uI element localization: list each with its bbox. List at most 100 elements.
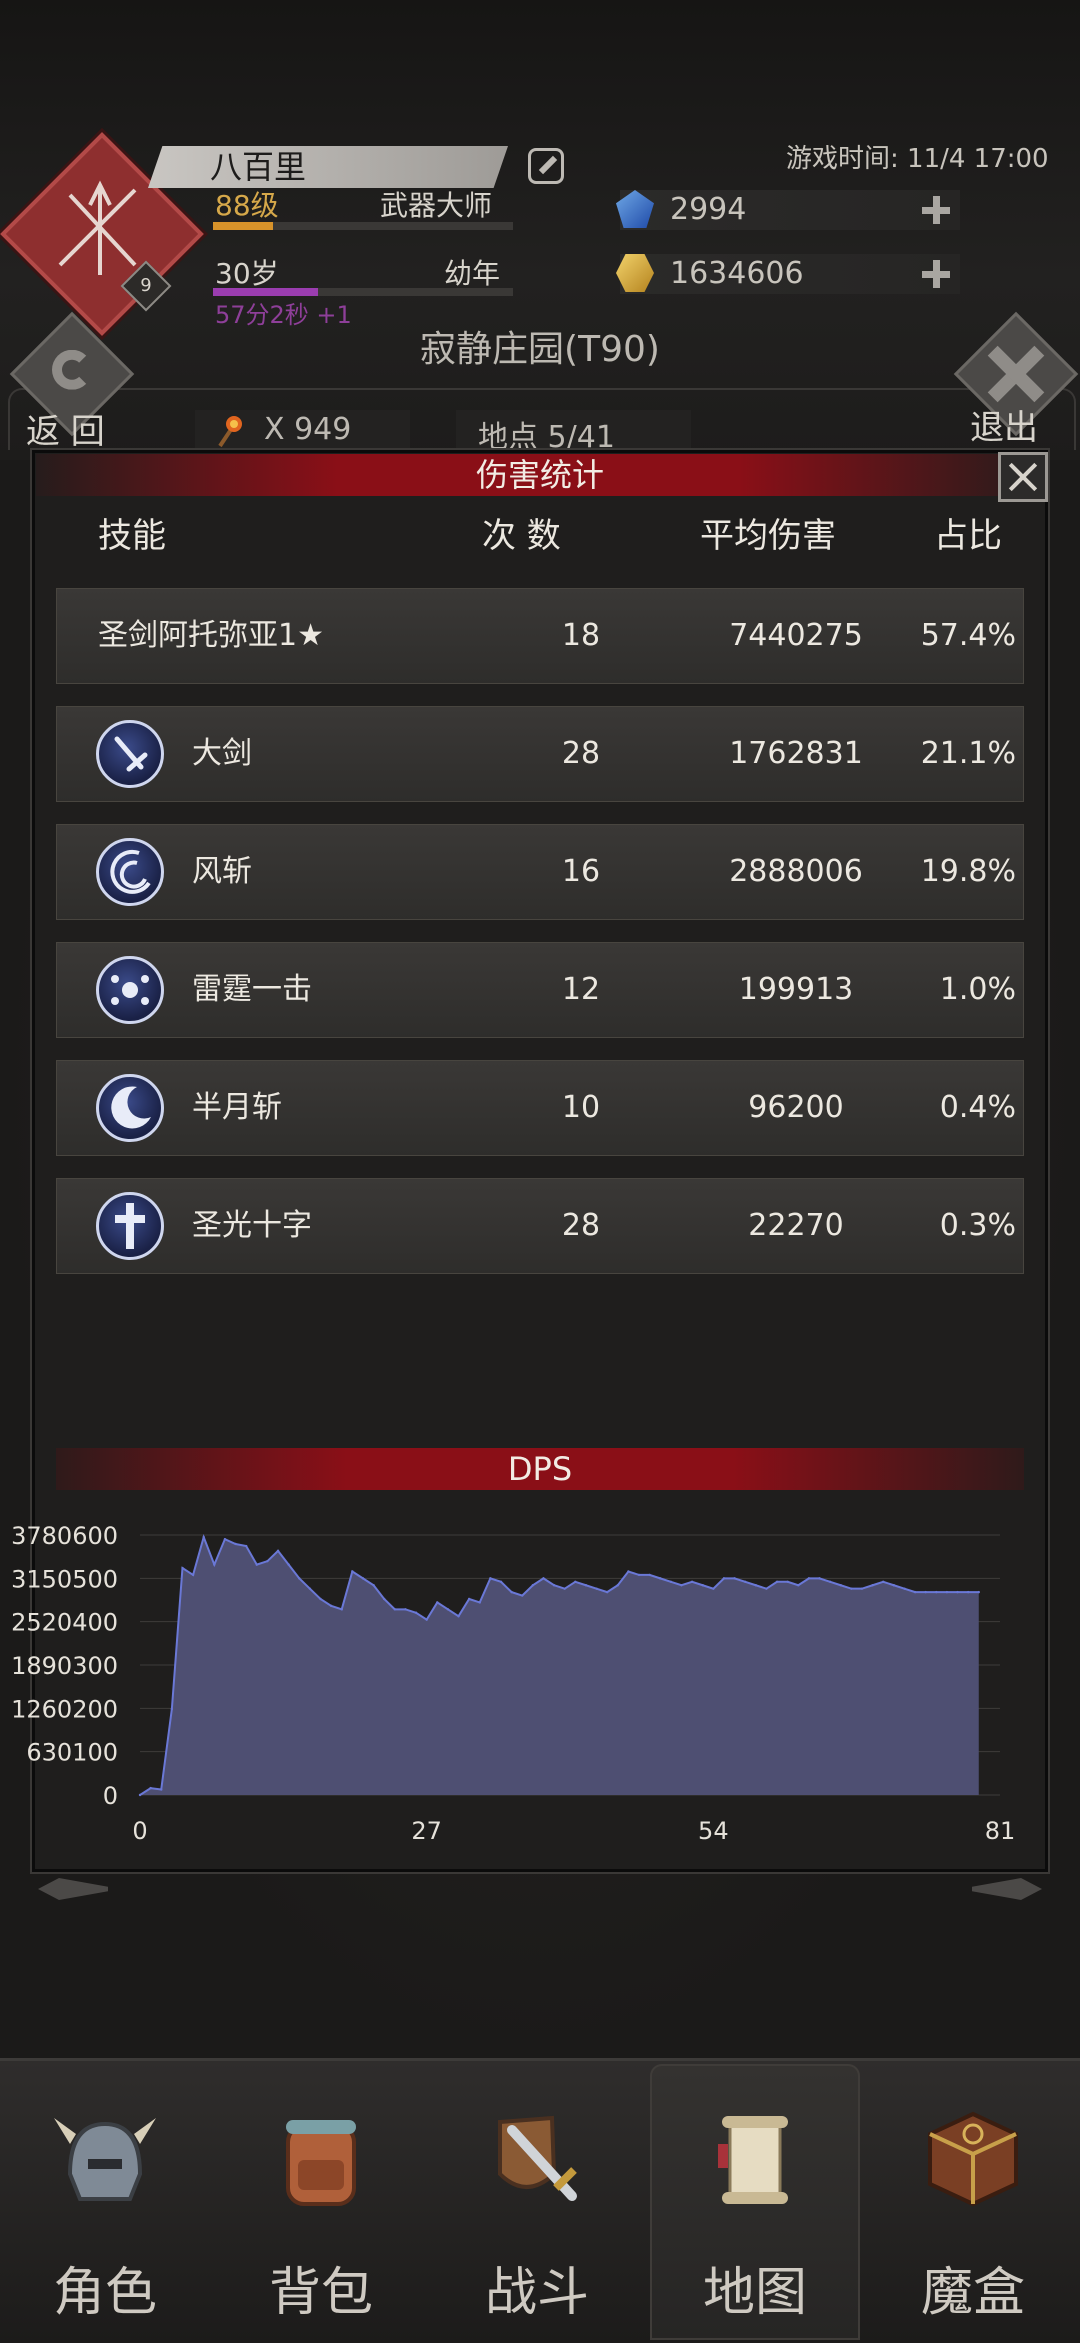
nav-item-backpack[interactable]: 背包 [216, 2064, 426, 2340]
dps-point [361, 1577, 365, 1580]
add-gem-icon[interactable] [922, 196, 950, 224]
dps-point [956, 1590, 959, 1594]
dps-point [722, 1577, 726, 1580]
dps-point [754, 1584, 758, 1587]
exit-label[interactable]: 退出 [970, 400, 1038, 449]
name-plate [148, 146, 508, 188]
dps-point [244, 1544, 248, 1548]
nav-label: 魔盒 [920, 2263, 1025, 2323]
dps-point [637, 1573, 641, 1577]
skill-row[interactable]: 大剑 28 1762831 21.1% [56, 706, 1024, 802]
dps-point [298, 1577, 301, 1580]
dps-chart: 3780600 3150500 2520400 1890300 1260200 63010… [11, 1522, 1015, 1845]
character-age: 30岁 [215, 257, 279, 290]
dps-point [329, 1604, 333, 1608]
skill-name: 圣光十字 [192, 1208, 312, 1243]
dps-point [584, 1584, 588, 1587]
sword-shield-icon [498, 2115, 577, 2201]
dps-point [181, 1566, 184, 1570]
skill-count: 28 [561, 1208, 601, 1243]
dps-point [966, 1590, 970, 1594]
helmet-icon [54, 2118, 156, 2201]
dps-point [489, 1577, 492, 1580]
dps-point [478, 1601, 481, 1604]
dps-point [563, 1587, 566, 1590]
location-title: 寂静庄园(T90) [420, 329, 660, 370]
dps-point [616, 1584, 619, 1587]
dps-point [807, 1577, 811, 1580]
skill-percentage: 0.4% [939, 1090, 1016, 1125]
dps-point [414, 1611, 418, 1614]
skill-row[interactable]: 圣剑阿托弥亚1★ 18 7440275 57.4% [56, 588, 1024, 684]
header-avg-damage: 平均伤害 [700, 516, 836, 556]
skill-row[interactable]: 雷霆一击 12 199913 1.0% [56, 942, 1024, 1038]
skill-avg-damage: 7440275 [729, 618, 863, 653]
header-count: 次 数 [482, 516, 561, 556]
skill-name: 大剑 [192, 736, 252, 771]
nav-label: 背包 [268, 2263, 373, 2323]
dps-point [223, 1537, 227, 1541]
nav-label: 地图 [702, 2263, 807, 2323]
half-moon-icon [96, 1074, 164, 1142]
nav-item-map[interactable]: 地图 [650, 2064, 860, 2340]
skill-percentage: 57.4% [920, 618, 1016, 653]
skill-row[interactable]: 半月斩 10 96200 0.4% [56, 1060, 1024, 1156]
dps-point [393, 1608, 397, 1611]
dps-point [372, 1584, 375, 1587]
dps-point [871, 1584, 874, 1587]
skill-row[interactable]: 圣光十字 28 22270 0.3% [56, 1178, 1024, 1274]
level-progress-fill [213, 222, 273, 230]
dps-point [935, 1590, 938, 1594]
skill-count: 28 [561, 736, 601, 771]
dps-point [892, 1584, 896, 1587]
dps-title: DPS [507, 1450, 573, 1488]
dps-point [924, 1590, 927, 1594]
blue-gem-counter: 2994 [616, 190, 960, 230]
skill-name: 雷霆一击 [192, 972, 312, 1007]
gold-icon [616, 254, 654, 292]
dps-point [351, 1570, 354, 1573]
skill-count: 16 [561, 854, 601, 889]
character-class: 武器大师 [380, 189, 493, 222]
dps-point [712, 1587, 715, 1590]
dps-point [775, 1580, 779, 1584]
dps-point [446, 1608, 450, 1611]
dps-point [882, 1580, 885, 1584]
dps-point [574, 1580, 577, 1584]
back-label[interactable]: 返 回 [26, 404, 105, 453]
thunder-icon [96, 956, 164, 1024]
torch-count: X 949 [264, 412, 352, 447]
dps-point [659, 1577, 662, 1580]
wind-slash-icon [96, 838, 164, 906]
nav-item-magic-box[interactable]: 魔盒 [868, 2064, 1078, 2340]
character-name: 八百里 [210, 148, 307, 186]
x-tick-label: 54 [698, 1817, 729, 1845]
skill-row[interactable]: 风斩 16 2888006 19.8% [56, 824, 1024, 920]
dps-point [680, 1584, 683, 1587]
dps-point [160, 1788, 163, 1791]
edit-icon[interactable] [528, 148, 564, 184]
backpack-icon [286, 2120, 356, 2206]
x-tick-label: 0 [132, 1817, 147, 1845]
character-stage: 幼年 [444, 257, 501, 290]
dps-point [499, 1580, 503, 1584]
dps-point [913, 1590, 917, 1594]
close-button[interactable] [998, 452, 1048, 502]
nav-item-character[interactable]: 角色 [0, 2064, 210, 2340]
dps-point [903, 1587, 906, 1590]
dps-point [319, 1597, 322, 1601]
nav-item-battle[interactable]: 战斗 [432, 2064, 642, 2340]
skill-count: 12 [561, 972, 601, 1007]
dps-point [765, 1587, 768, 1590]
dps-point [521, 1594, 524, 1597]
skill-name: 圣剑阿托弥亚1★ [98, 618, 324, 653]
add-gold-icon[interactable] [922, 260, 950, 288]
dps-point [595, 1587, 598, 1590]
dps-point [828, 1580, 832, 1584]
sword-icon [96, 720, 164, 788]
dps-point [308, 1587, 312, 1590]
dps-point [797, 1584, 800, 1587]
character-level: 88级 [215, 189, 279, 222]
dps-point [234, 1542, 237, 1546]
dps-point [733, 1577, 736, 1580]
